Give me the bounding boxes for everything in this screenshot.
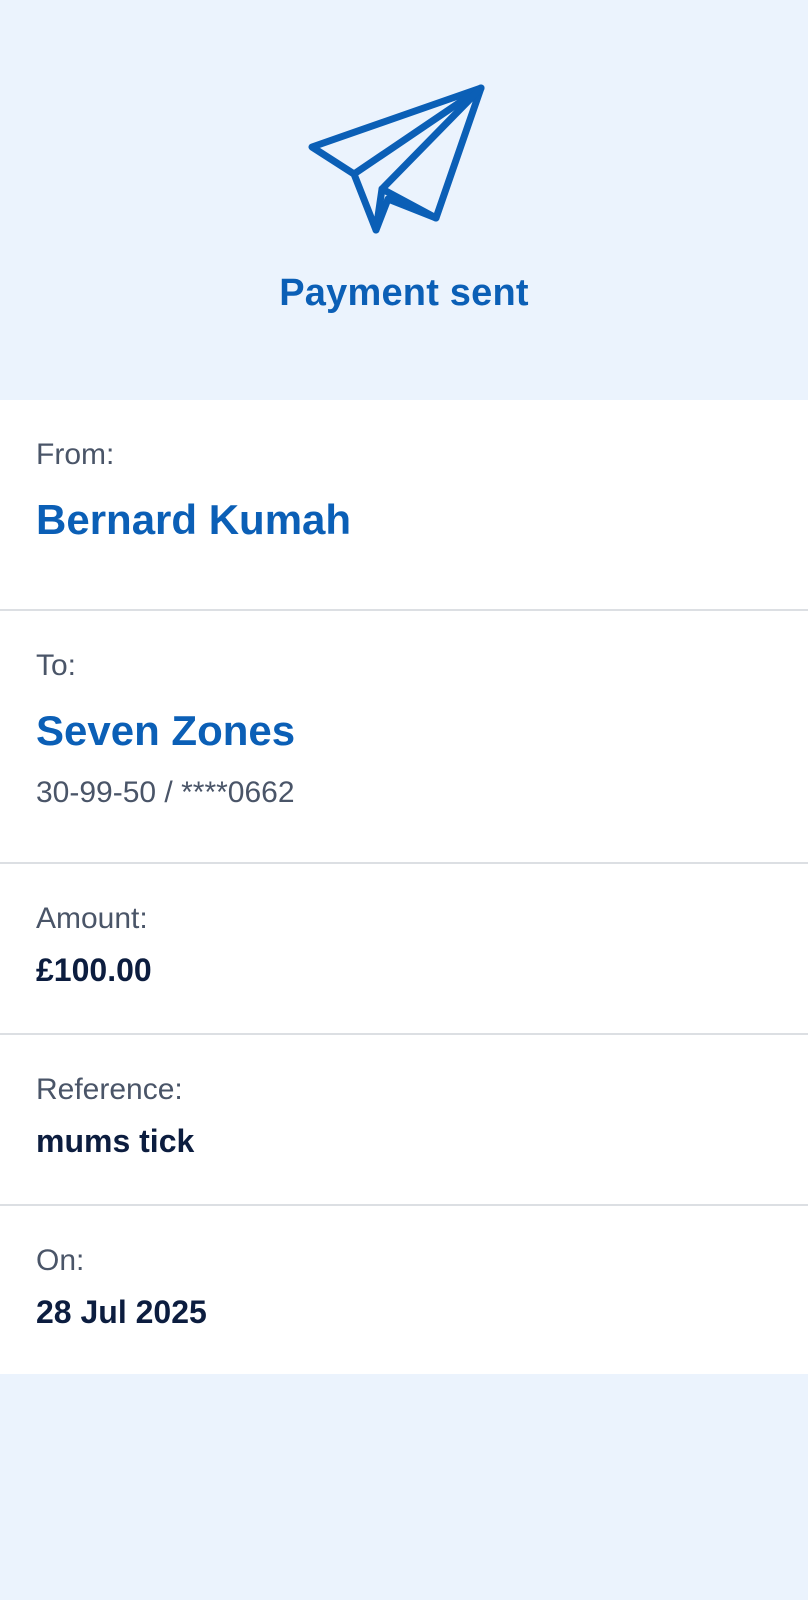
to-row: To: Seven Zones 30-99-50 / ****0662 xyxy=(0,611,808,864)
date-label: On: xyxy=(36,1244,85,1277)
to-name: Seven Zones xyxy=(36,707,296,754)
from-row: From: Bernard Kumah xyxy=(0,400,808,611)
reference-label: Reference: xyxy=(36,1073,183,1106)
reference-row: Reference: mums tick xyxy=(0,1035,808,1206)
page-title: Payment sent xyxy=(279,272,529,314)
from-name: Bernard Kumah xyxy=(36,496,352,543)
payment-details: From: Bernard Kumah To: Seven Zones 30-9… xyxy=(0,400,808,1374)
amount-row: Amount: £100.00 xyxy=(0,864,808,1035)
paper-plane-icon xyxy=(308,82,498,240)
footer-background xyxy=(0,1374,808,1599)
date-value: 28 Jul 2025 xyxy=(36,1294,207,1330)
amount-label: Amount: xyxy=(36,902,148,935)
to-account-details: 30-99-50 / ****0662 xyxy=(36,776,295,809)
amount-value: £100.00 xyxy=(36,952,152,988)
reference-value: mums tick xyxy=(36,1123,195,1159)
confirmation-header: Payment sent xyxy=(0,0,808,400)
date-row: On: 28 Jul 2025 xyxy=(0,1206,808,1374)
to-label: To: xyxy=(36,649,77,682)
from-label: From: xyxy=(36,438,115,471)
